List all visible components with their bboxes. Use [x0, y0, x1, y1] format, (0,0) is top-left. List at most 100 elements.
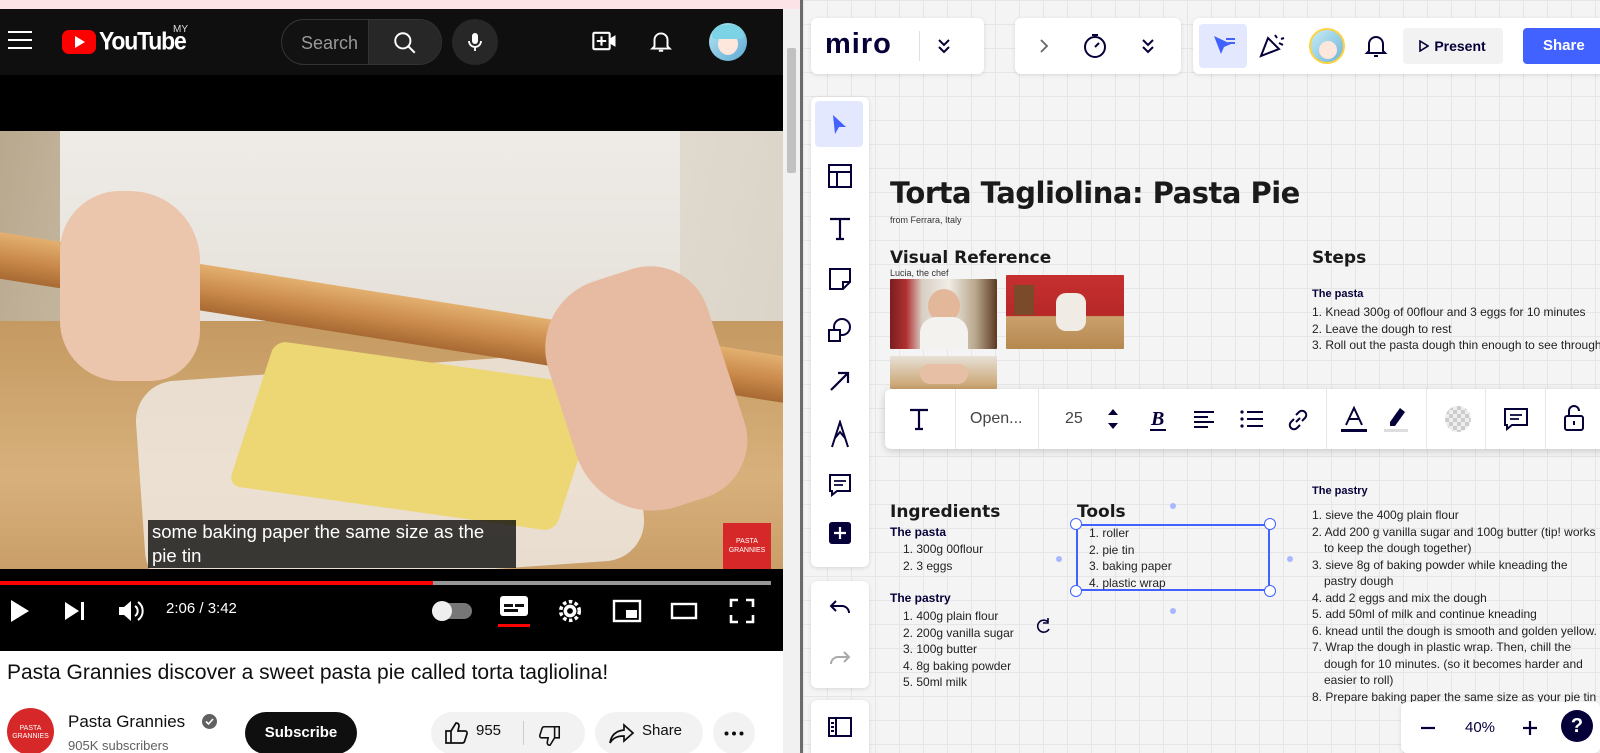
- collaborator-avatar[interactable]: [1309, 28, 1345, 64]
- shapes-icon[interactable]: [827, 317, 853, 343]
- help-button[interactable]: ?: [1561, 710, 1593, 742]
- text-tool-icon[interactable]: [828, 215, 852, 241]
- zoom-in-icon[interactable]: [1521, 719, 1539, 737]
- visual-reference-caption[interactable]: Lucia, the chef: [890, 268, 949, 278]
- add-comment-icon[interactable]: [1503, 407, 1529, 431]
- more-tools-chevron-icon[interactable]: [1139, 36, 1157, 56]
- video-player[interactable]: some baking paper the same size as the p…: [0, 75, 783, 651]
- channel-name[interactable]: Pasta Grannies: [68, 712, 185, 732]
- search-box[interactable]: Search: [281, 19, 442, 65]
- create-video-icon[interactable]: [591, 27, 619, 55]
- visual-reference-heading[interactable]: Visual Reference: [890, 248, 1051, 268]
- steps-pastry-heading[interactable]: The pastry: [1312, 485, 1368, 497]
- tools-heading[interactable]: Tools: [1077, 502, 1126, 522]
- youtube-logo[interactable]: YouTube: [62, 27, 187, 55]
- font-size-value[interactable]: 25: [1065, 410, 1083, 428]
- ingredients-pasta-list[interactable]: 1. 300g 00flour 2. 3 eggs: [903, 541, 1063, 574]
- play-icon[interactable]: [8, 597, 32, 625]
- dislike-icon[interactable]: [538, 724, 562, 748]
- progress-bar[interactable]: [0, 581, 771, 585]
- video-title[interactable]: Pasta Grannies discover a sweet pasta pi…: [7, 661, 608, 685]
- notifications-icon[interactable]: [648, 27, 674, 55]
- board-panel-toggle[interactable]: [811, 700, 869, 753]
- tools-list[interactable]: 1. roller 2. pie tin 3. baking paper 4. …: [1089, 525, 1269, 591]
- board-title[interactable]: Torta Tagliolina: Pasta Pie: [890, 176, 1300, 210]
- expand-chevron-icon[interactable]: [1037, 38, 1051, 54]
- bold-icon[interactable]: B: [1148, 406, 1168, 432]
- subscribe-button[interactable]: Subscribe: [245, 712, 357, 753]
- present-button[interactable]: Present: [1403, 28, 1503, 64]
- align-icon[interactable]: [1192, 408, 1216, 430]
- photo-chef-portrait[interactable]: [890, 279, 997, 349]
- theater-mode-icon[interactable]: [670, 601, 698, 621]
- ingredients-pasta-heading[interactable]: The pasta: [890, 525, 946, 539]
- miro-notifications-icon[interactable]: [1364, 33, 1388, 59]
- ingredients-pastry-heading[interactable]: The pastry: [890, 591, 951, 605]
- miro-window[interactable]: miro Present Share Torta Tagliolina: Pas…: [803, 0, 1600, 753]
- menu-icon[interactable]: [8, 31, 32, 51]
- resize-handle-top-right[interactable]: [1264, 518, 1276, 530]
- youtube-scrollbar-thumb[interactable]: [787, 48, 796, 173]
- fullscreen-icon[interactable]: [728, 597, 756, 625]
- lock-icon[interactable]: [1562, 404, 1586, 432]
- cursor-mode-button[interactable]: [1199, 24, 1247, 68]
- fill-color-swatch[interactable]: [1445, 406, 1471, 432]
- timer-icon[interactable]: [1081, 32, 1109, 60]
- steps-pasta-heading[interactable]: The pasta: [1312, 288, 1363, 300]
- miniplayer-icon[interactable]: [612, 598, 642, 624]
- miro-logo[interactable]: miro: [825, 28, 892, 61]
- select-tool[interactable]: [815, 101, 863, 147]
- user-avatar[interactable]: [709, 23, 747, 61]
- sticky-note-icon[interactable]: [828, 267, 852, 291]
- highlight-icon[interactable]: [1382, 404, 1410, 434]
- resize-handle-top-left[interactable]: [1070, 518, 1082, 530]
- steps-pastry-list[interactable]: 1. sieve the 400g plain flour 2. Add 200…: [1312, 507, 1597, 705]
- connection-line-icon[interactable]: [828, 369, 852, 393]
- channel-watermark[interactable]: PASTA GRANNIES: [723, 523, 771, 569]
- next-icon[interactable]: [62, 599, 88, 623]
- connector-dot-left[interactable]: [1056, 556, 1062, 562]
- more-actions-button[interactable]: [713, 712, 755, 753]
- like-icon[interactable]: [443, 721, 469, 745]
- bullet-list-icon[interactable]: [1239, 408, 1265, 430]
- search-button[interactable]: [368, 20, 441, 64]
- more-apps-button[interactable]: [829, 522, 851, 544]
- text-color-icon[interactable]: [1339, 405, 1369, 433]
- subtitles-button[interactable]: [498, 593, 530, 629]
- volume-icon[interactable]: [116, 598, 144, 624]
- text-style-icon[interactable]: [907, 407, 931, 431]
- font-family-select[interactable]: Open...: [970, 410, 1022, 428]
- font-size-stepper-icon[interactable]: [1106, 406, 1120, 432]
- step-item: 6. knead until the dough is smooth and g…: [1312, 623, 1597, 638]
- voice-search-button[interactable]: [452, 19, 498, 65]
- channel-avatar[interactable]: PASTA GRANNIES: [7, 708, 54, 753]
- connector-dot-top[interactable]: [1170, 503, 1176, 509]
- steps-pasta-list[interactable]: 1. Knead 300g of 00flour and 3 eggs for …: [1312, 304, 1600, 354]
- photo-chef-kitchen[interactable]: [1006, 275, 1124, 349]
- ingredients-heading[interactable]: Ingredients: [890, 502, 1000, 522]
- steps-heading[interactable]: Steps: [1312, 248, 1366, 268]
- miro-share-button[interactable]: Share: [1523, 28, 1600, 64]
- autoplay-toggle[interactable]: [432, 601, 472, 621]
- board-menu-chevron-icon[interactable]: [935, 36, 953, 56]
- pen-icon[interactable]: [829, 420, 851, 448]
- templates-icon[interactable]: [827, 163, 853, 189]
- comment-icon[interactable]: [828, 473, 852, 497]
- settings-icon[interactable]: [556, 597, 584, 625]
- video-frame[interactable]: [0, 131, 783, 569]
- like-count[interactable]: 955: [476, 722, 501, 739]
- reactions-icon[interactable]: [1257, 30, 1287, 60]
- zoom-level[interactable]: 40%: [1465, 719, 1495, 736]
- zoom-out-icon[interactable]: [1419, 719, 1437, 737]
- board-subtitle[interactable]: from Ferrara, Italy: [890, 215, 962, 225]
- undo-icon[interactable]: [829, 598, 851, 616]
- resize-handle-bottom-right[interactable]: [1264, 585, 1276, 597]
- photo-hands-dough[interactable]: [890, 356, 997, 389]
- connector-dot-bottom[interactable]: [1170, 608, 1176, 614]
- connector-dot-right[interactable]: [1287, 556, 1293, 562]
- resize-handle-bottom-left[interactable]: [1070, 585, 1082, 597]
- rotate-handle-icon[interactable]: [1034, 617, 1054, 637]
- link-icon[interactable]: [1285, 407, 1311, 433]
- search-input[interactable]: Search: [301, 33, 358, 54]
- redo-icon[interactable]: [829, 649, 851, 667]
